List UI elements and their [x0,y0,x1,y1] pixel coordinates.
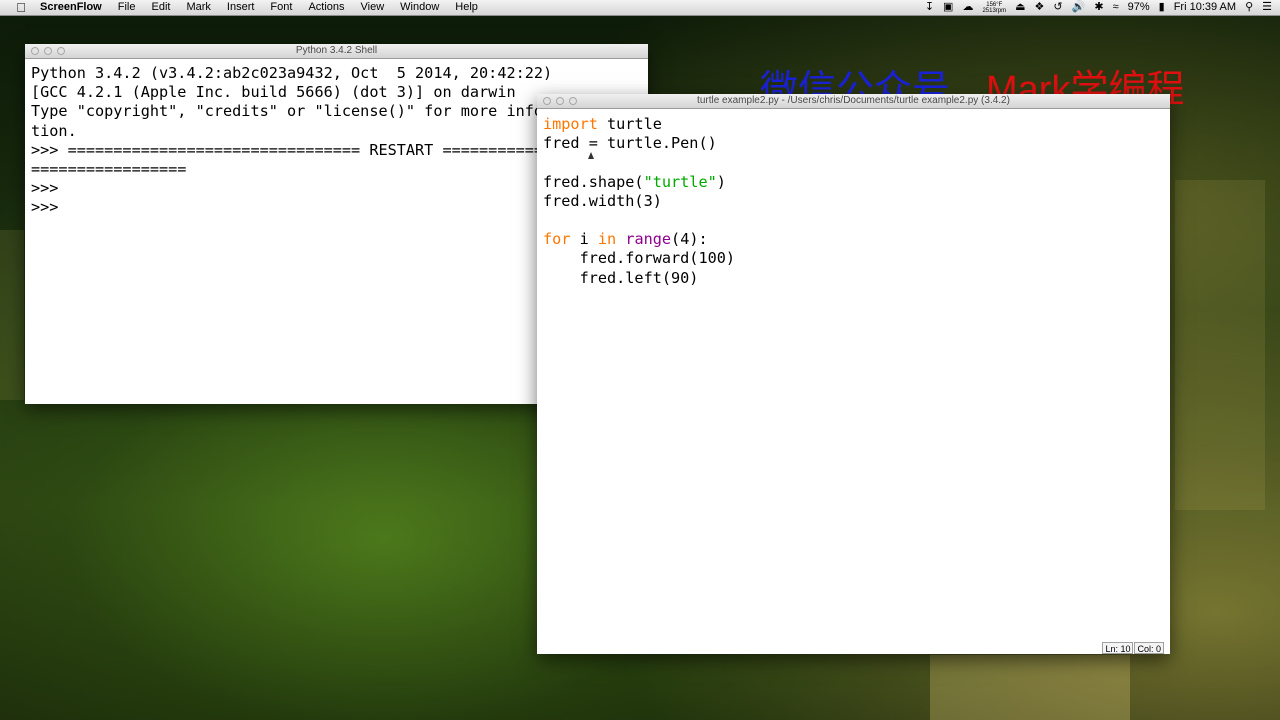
close-icon[interactable] [31,47,39,55]
code-editor[interactable]: import turtle fred = turtle.Pen() fred.sh… [537,109,1170,288]
code-token: i [570,230,598,249]
string-literal: "turtle" [643,172,717,191]
code-token: ) [716,172,726,191]
code-token: (4): [671,230,708,249]
dropbox-icon[interactable]: ❖ [1035,0,1045,15]
menu-window[interactable]: Window [400,0,439,15]
background-building [930,655,1130,720]
menu-status-area: ↧ ▣ ☁ 156°F 2513rpm ⏏ ❖ ↺ 🔊 ✱ ≈ 97% ▮ Fr… [925,0,1272,15]
editor-window-controls [543,97,577,105]
background-building [0,230,24,400]
volume-icon[interactable]: 🔊 [1072,0,1086,15]
menu-font[interactable]: Font [270,0,292,15]
menu-edit[interactable]: Edit [151,0,170,15]
shell-title: Python 3.4.2 Shell [295,45,378,56]
eject-icon[interactable]: ⏏ [1015,0,1025,15]
code-line: fred = turtle.Pen() [543,134,717,153]
shell-window-controls [31,47,65,55]
shell-titlebar[interactable]: Python 3.4.2 Shell [25,44,648,59]
minimize-icon[interactable] [44,47,52,55]
editor-titlebar[interactable]: turtle example2.py - /Users/chris/Docume… [537,94,1170,109]
line-indicator: Ln: 10 [1102,642,1134,654]
zoom-icon[interactable] [57,47,65,55]
keyword-in: in [597,230,617,249]
editor-status-bar: Ln: 10 Col: 0 [1101,642,1164,654]
code-token: turtle [597,115,662,133]
menu-insert[interactable]: Insert [227,0,255,15]
fan-speed-value: 2513rpm [982,7,1007,14]
download-icon[interactable]: ↧ [925,0,934,15]
column-indicator: Col: 0 [1134,642,1164,654]
apple-menu-icon[interactable]:  [14,0,28,15]
close-icon[interactable] [543,97,551,105]
menu-file[interactable]: File [118,0,136,15]
code-line: for i in range(4): [543,230,1170,249]
notification-center-icon[interactable]: ☰ [1262,0,1272,15]
editor-title: turtle example2.py - /Users/chris/Docume… [697,95,1010,106]
battery-icon: ▮ [1158,1,1165,13]
code-line: fred.shape("turtle") [543,173,1170,192]
code-line: fred.left(90) [543,268,699,287]
menu-help[interactable]: Help [455,0,478,15]
cloud-icon[interactable]: ☁ [962,0,973,15]
builtin-range: range [625,230,672,249]
screenflow-record-icon[interactable]: ▣ [943,0,953,15]
menu-mark[interactable]: Mark [186,0,210,15]
menu-view[interactable]: View [361,0,385,15]
menu-app-name[interactable]: ScreenFlow [40,0,102,15]
editor-window: turtle example2.py - /Users/chris/Docume… [537,94,1170,654]
code-line: fred.forward(100) [543,249,736,268]
bluetooth-icon[interactable]: ✱ [1094,0,1103,15]
background-building [1175,180,1265,510]
battery-status[interactable]: 97% [1128,0,1150,15]
keyword-for: for [543,230,571,249]
menu-clock[interactable]: Fri 10:39 AM [1174,0,1236,15]
shell-line: Python 3.4.2 (v3.4.2:ab2c023a9432, Oct 5… [31,64,553,82]
code-line: fred.width(3) [543,191,662,210]
keyword-import: import [543,115,598,133]
wifi-icon[interactable]: ≈ [1113,0,1119,15]
code-token: fred.shape( [543,172,644,191]
menu-bar:  ScreenFlow File Edit Mark Insert Font … [0,0,1280,16]
spotlight-search-icon[interactable]: ⚲ [1245,0,1253,15]
temperature-readout[interactable]: 156°F 2513rpm [982,2,1006,14]
menu-actions[interactable]: Actions [308,0,344,15]
minimize-icon[interactable] [556,97,564,105]
zoom-icon[interactable] [569,97,577,105]
mouse-pointer-icon [588,152,594,159]
code-line: import turtle [543,115,1170,134]
time-machine-icon[interactable]: ↺ [1053,0,1062,15]
